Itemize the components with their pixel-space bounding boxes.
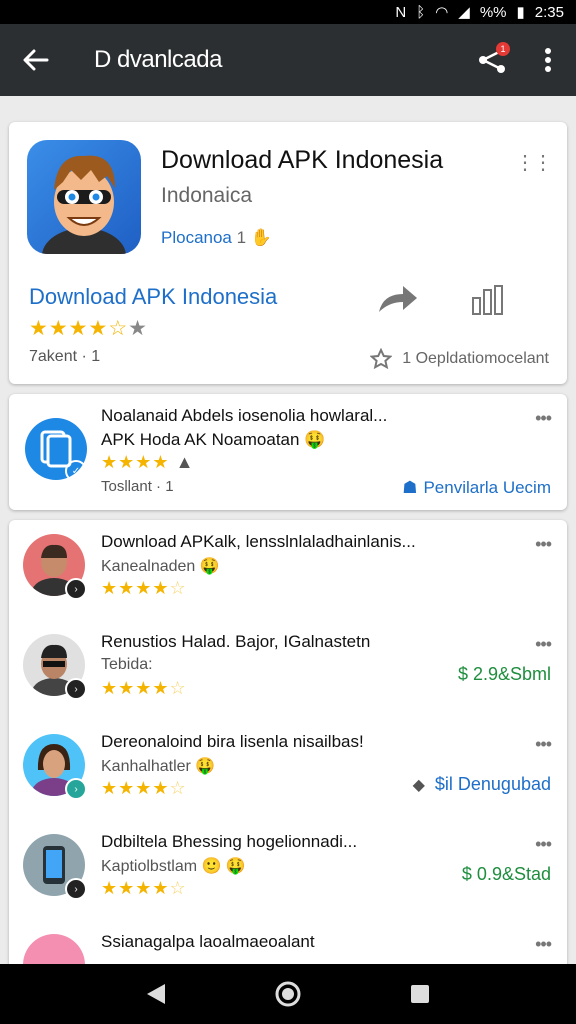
hero-app-card[interactable]: Download APK Indonesia Indonaica Plocano… bbox=[9, 122, 567, 384]
system-nav-bar bbox=[0, 964, 576, 1024]
list-item[interactable]: › Download APKalk, lensslnlaladhainlanis… bbox=[9, 520, 567, 620]
triangle-back-icon bbox=[147, 984, 165, 1004]
item-title: Ddbiltela Bhessing hogelionnadi... bbox=[101, 832, 358, 851]
app-list-card: › Download APKalk, lensslnlaladhainlanis… bbox=[9, 520, 567, 964]
more-options-icon[interactable]: ⋮⋮ bbox=[515, 150, 553, 175]
item-subtitle: Kaptiolbstlam 🙂 🤑 bbox=[101, 858, 246, 875]
rating-stars: ★★★★☆★ bbox=[29, 317, 148, 340]
app-title: Download APK Indonesia bbox=[161, 146, 444, 174]
battery-icon: ▮ bbox=[516, 3, 525, 21]
more-options-icon[interactable]: ••• bbox=[535, 934, 552, 955]
badge-icon: › bbox=[65, 878, 87, 900]
list-item[interactable]: Ssianagalpa laoalmaeoalant ••• bbox=[9, 920, 567, 964]
thumb-icon: ✋ bbox=[250, 228, 272, 247]
badge-icon: › bbox=[65, 678, 87, 700]
list-item[interactable]: › Dereonaloind bira lisenla nisailbas! K… bbox=[9, 720, 567, 820]
item-title: Download APKalk, lensslnlaladhainlanis..… bbox=[101, 532, 416, 551]
feature-subtitle: APK Hoda AK Noamoatan 🤑 bbox=[101, 430, 326, 449]
person-icon: ☗ bbox=[402, 478, 418, 497]
badge-icon: › bbox=[65, 778, 87, 800]
app-icon bbox=[27, 140, 141, 254]
signal-icon: ◢ bbox=[458, 3, 470, 21]
share-button[interactable]: 1 bbox=[464, 32, 520, 88]
more-options-icon[interactable]: ••• bbox=[535, 408, 552, 429]
arrow-left-icon bbox=[23, 49, 49, 71]
item-title: Dereonaloind bira lisenla nisailbas! bbox=[101, 732, 364, 751]
hero-action-label: 1 Oepldatiomocelant bbox=[402, 350, 549, 367]
avatar bbox=[23, 934, 85, 964]
item-subtitle: Tebida: bbox=[101, 656, 153, 673]
wifi-icon: ◠ bbox=[435, 3, 449, 21]
feature-count: Tosllant · 1 bbox=[101, 478, 174, 495]
app-subtitle: Indonaica bbox=[161, 184, 253, 207]
back-button[interactable] bbox=[0, 24, 72, 96]
download-link[interactable]: Download APK Indonesia bbox=[29, 284, 277, 310]
more-options-icon[interactable]: ••• bbox=[535, 534, 552, 555]
item-subtitle: Kanealnaden 🤑 bbox=[101, 558, 220, 575]
item-subtitle: Kanhalhatler 🤑 bbox=[101, 758, 216, 775]
list-item[interactable]: › Renustios Halad. Bajor, IGalnastetn Te… bbox=[9, 620, 567, 720]
list-item[interactable]: › Ddbiltela Bhessing hogelionnadi... Kap… bbox=[9, 820, 567, 920]
item-rating: ★★★★☆ bbox=[101, 778, 187, 798]
more-options-icon[interactable]: ••• bbox=[535, 834, 552, 855]
item-action[interactable]: ◆ $il Denugubad bbox=[413, 774, 551, 795]
item-price[interactable]: $ 0.9&Stad bbox=[462, 864, 551, 885]
item-title: Renustios Halad. Bajor, IGalnastetn bbox=[101, 632, 371, 651]
item-title: Ssianagalpa laoalmaeoalant bbox=[101, 932, 315, 951]
meta-count: 1 bbox=[236, 228, 247, 247]
share-arrow-icon[interactable] bbox=[377, 282, 419, 316]
item-rating: ★★★★☆ bbox=[101, 678, 187, 698]
nfc-icon: N bbox=[395, 3, 407, 21]
meta-link[interactable]: Plocanoa bbox=[161, 228, 232, 247]
notification-badge: 1 bbox=[496, 42, 510, 56]
badge-icon: › bbox=[65, 578, 87, 600]
feature-rating: ★★★★ ▲ bbox=[101, 452, 195, 472]
review-count: 7akent · 1 bbox=[29, 348, 101, 365]
overflow-menu-button[interactable] bbox=[520, 32, 576, 88]
item-rating: ★★★★☆ bbox=[101, 878, 187, 898]
app-meta: Plocanoa 1 ✋ bbox=[161, 228, 272, 248]
hero-action[interactable]: 1 Oepldatiomocelant bbox=[370, 348, 549, 370]
content-scroll[interactable]: Download APK Indonesia Indonaica Plocano… bbox=[0, 96, 576, 964]
item-price[interactable]: $ 2.9&Sbml bbox=[458, 664, 551, 685]
bluetooth-icon: ᛒ bbox=[416, 3, 426, 21]
item-rating: ★★★★☆ bbox=[101, 578, 187, 598]
more-vert-icon bbox=[545, 48, 551, 72]
featured-app-card[interactable]: ✓ Noalanaid Abdels iosenolia howlaral...… bbox=[9, 394, 567, 510]
status-bar: N ᛒ ◠ ◢ %% ▮ 2:35 bbox=[0, 0, 576, 24]
bar-chart-icon[interactable] bbox=[471, 284, 505, 316]
badge-icon: ✓ bbox=[65, 460, 87, 482]
page-title: D dvanlcada bbox=[94, 46, 222, 73]
more-options-icon[interactable]: ••• bbox=[535, 634, 552, 655]
app-bar: D dvanlcada 1 bbox=[0, 24, 576, 96]
battery-percent: %% bbox=[479, 3, 507, 21]
star-outline-icon bbox=[370, 348, 393, 370]
nav-recents-button[interactable] bbox=[400, 974, 440, 1014]
nav-home-button[interactable] bbox=[268, 974, 308, 1014]
circle-home-icon bbox=[275, 981, 301, 1007]
mountain-icon: ▲ bbox=[175, 452, 195, 472]
feature-title: Noalanaid Abdels iosenolia howlaral... bbox=[101, 406, 388, 425]
nav-back-button[interactable] bbox=[136, 974, 176, 1014]
square-recents-icon bbox=[411, 985, 429, 1003]
feature-action[interactable]: ☗ Penvilarla Uecim bbox=[402, 478, 551, 498]
tag-icon: ◆ bbox=[412, 776, 425, 794]
clock: 2:35 bbox=[534, 3, 564, 21]
more-options-icon[interactable]: ••• bbox=[535, 734, 552, 755]
